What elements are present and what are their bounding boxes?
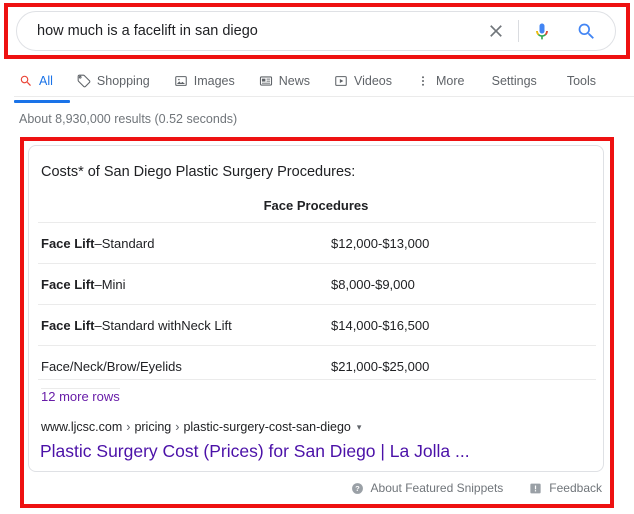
tools-button[interactable]: Tools bbox=[567, 74, 596, 88]
procedure-variant: Face/Neck/Brow/Eyelids bbox=[41, 359, 182, 374]
tab-all[interactable]: All bbox=[14, 66, 70, 103]
procedure-label: Face Lift–Mini bbox=[38, 263, 331, 305]
featured-snippet-card: Costs* of San Diego Plastic Surgery Proc… bbox=[28, 145, 604, 472]
chevron-down-icon[interactable]: ▾ bbox=[357, 422, 362, 432]
breadcrumb-crumb: pricing bbox=[134, 420, 172, 434]
search-nav-tabs: All Shopping Images News Videos More Set… bbox=[0, 66, 634, 103]
nav-right-links: Settings Tools bbox=[492, 66, 596, 96]
news-icon bbox=[258, 73, 274, 89]
search-icon bbox=[18, 73, 34, 89]
procedure-label: Face Lift–Standard bbox=[38, 222, 331, 264]
more-rows-link[interactable]: 12 more rows bbox=[41, 388, 120, 404]
result-title-link[interactable]: Plastic Surgery Cost (Prices) for San Di… bbox=[40, 440, 470, 462]
tab-label: More bbox=[436, 74, 465, 88]
breadcrumb-separator: › bbox=[126, 420, 131, 434]
tab-label: Shopping bbox=[96, 74, 150, 88]
table-bottom-rule bbox=[38, 379, 596, 380]
video-icon bbox=[333, 73, 349, 89]
table-row: Face Lift–Mini $8,000-$9,000 bbox=[38, 263, 596, 305]
search-bar[interactable]: how much is a facelift in san diego bbox=[16, 11, 616, 51]
feedback-flag-icon bbox=[529, 482, 542, 495]
procedure-name: Face Lift bbox=[41, 277, 95, 292]
procedure-variant: –Standard withNeck Lift bbox=[94, 318, 232, 333]
tag-icon bbox=[76, 73, 92, 89]
breadcrumb[interactable]: www.ljcsc.com › pricing › plastic-surger… bbox=[41, 420, 361, 434]
tab-shopping[interactable]: Shopping bbox=[76, 66, 161, 96]
tab-label: News bbox=[278, 74, 310, 88]
result-stats: About 8,930,000 results (0.52 seconds) bbox=[19, 112, 238, 126]
tab-label: Images bbox=[193, 74, 235, 88]
tab-news[interactable]: News bbox=[258, 66, 321, 96]
svg-text:?: ? bbox=[355, 484, 360, 493]
procedure-variant: –Standard bbox=[94, 236, 155, 251]
feedback-label: Feedback bbox=[549, 481, 602, 495]
active-tab-underline bbox=[14, 100, 70, 103]
feedback-link[interactable]: Feedback bbox=[529, 481, 602, 495]
about-featured-snippets-link[interactable]: ? About Featured Snippets bbox=[351, 481, 504, 495]
breadcrumb-separator: › bbox=[175, 420, 180, 434]
procedure-price: $12,000-$13,000 bbox=[331, 222, 596, 264]
procedure-price: $8,000-$9,000 bbox=[331, 263, 596, 305]
about-featured-snippets-label: About Featured Snippets bbox=[370, 481, 504, 495]
price-table: Face Lift–Standard $12,000-$13,000 Face … bbox=[38, 222, 596, 386]
procedure-name: Face Lift bbox=[41, 318, 95, 333]
table-row: Face Lift–Standard withNeck Lift $14,000… bbox=[38, 304, 596, 346]
settings-button[interactable]: Settings bbox=[492, 74, 537, 88]
procedure-price: $14,000-$16,500 bbox=[331, 304, 596, 346]
tab-label: All bbox=[39, 74, 53, 88]
search-icon[interactable] bbox=[563, 12, 615, 50]
help-circle-icon: ? bbox=[351, 482, 364, 495]
snippet-footer: ? About Featured Snippets Feedback bbox=[0, 481, 634, 495]
search-bar-divider bbox=[518, 20, 519, 42]
tab-label: Videos bbox=[354, 74, 392, 88]
breadcrumb-crumb: plastic-surgery-cost-san-diego bbox=[183, 420, 351, 434]
more-vert-icon bbox=[415, 73, 431, 89]
table-row: Face Lift–Standard $12,000-$13,000 bbox=[38, 222, 596, 264]
microphone-icon[interactable] bbox=[521, 12, 563, 50]
breadcrumb-domain: www.ljcsc.com bbox=[41, 420, 123, 434]
procedure-name: Face Lift bbox=[41, 236, 95, 251]
procedure-variant: –Mini bbox=[94, 277, 126, 292]
table-header: Face Procedures bbox=[263, 198, 369, 213]
tab-more[interactable]: More bbox=[415, 66, 475, 96]
snippet-title: Costs* of San Diego Plastic Surgery Proc… bbox=[41, 164, 356, 180]
close-icon[interactable] bbox=[476, 12, 516, 50]
procedure-label: Face Lift–Standard withNeck Lift bbox=[38, 304, 331, 346]
image-icon bbox=[173, 73, 189, 89]
search-input[interactable]: how much is a facelift in san diego bbox=[17, 22, 476, 40]
tab-videos[interactable]: Videos bbox=[333, 66, 403, 96]
nav-divider bbox=[14, 96, 634, 97]
tab-images[interactable]: Images bbox=[173, 66, 246, 96]
tab-list: All Shopping Images News Videos More bbox=[14, 66, 487, 103]
